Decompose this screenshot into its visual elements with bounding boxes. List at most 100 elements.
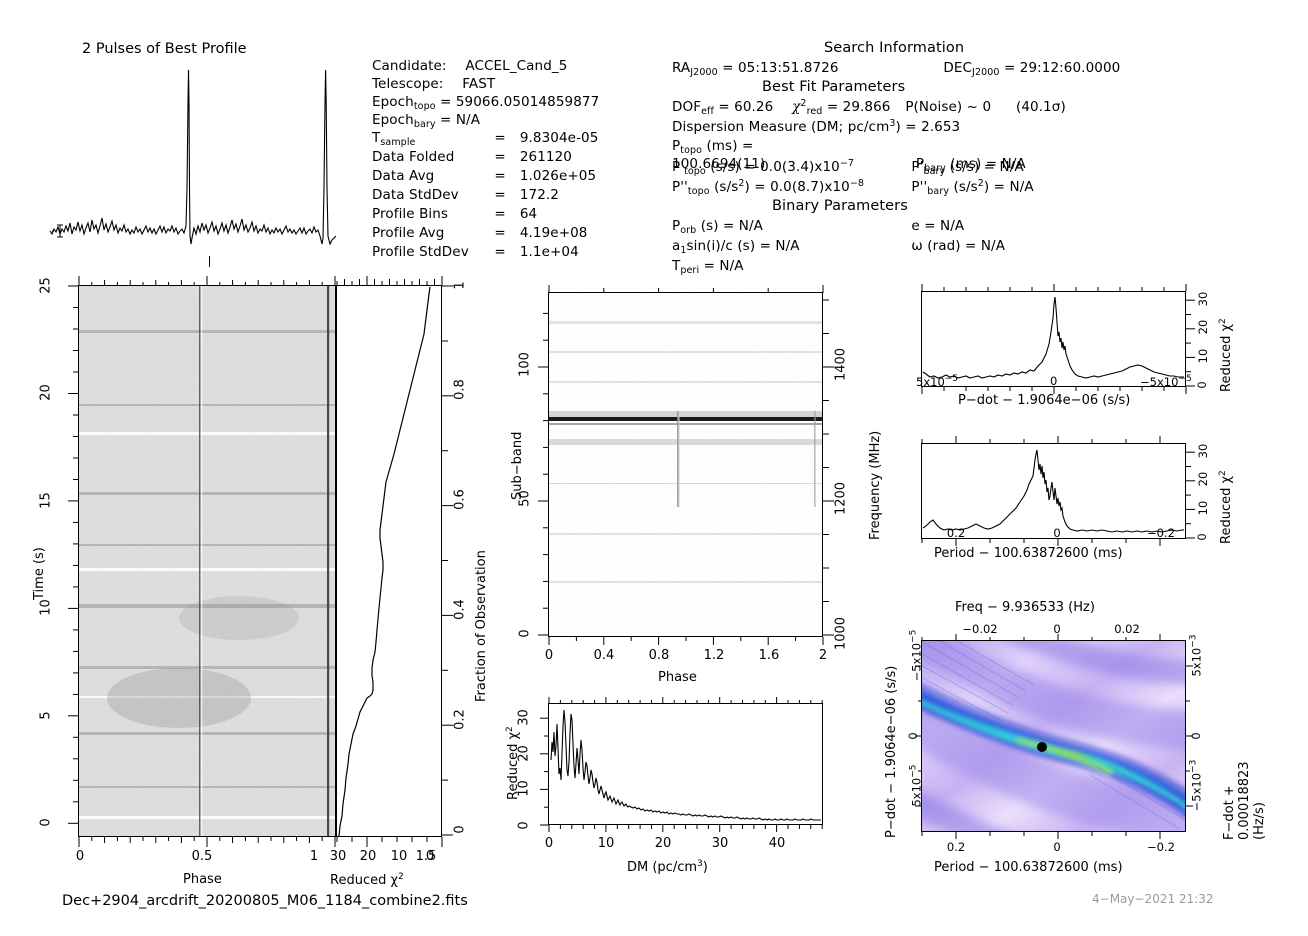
reduced-chi2-exp: 2: [397, 872, 404, 882]
xtick-phase-0: 0: [75, 849, 85, 864]
axis-label-freq-top: Freq − 9.936533 (Hz): [955, 600, 1095, 615]
pddot-topo-label: P'': [672, 179, 688, 195]
ytick-pdotchi-10: 10: [1196, 348, 1210, 364]
pddot-topo-value: 0.0(8.7)x10: [770, 179, 850, 195]
tsample-value: 9.8304e-05: [519, 130, 599, 146]
best-profile-plot: [49, 69, 336, 246]
xtick-period2-0: 0: [1053, 840, 1061, 854]
pdot-bary-sub: bary: [923, 166, 946, 177]
time-phase-panel: [78, 285, 336, 837]
axis-label-fdot: F−dot + 0.00018823 (Hz/s): [1222, 761, 1267, 840]
dec-value: 29:12:60.0000: [1019, 60, 1121, 76]
xtick-pdot-neg-text: −5x10: [1140, 375, 1179, 389]
ytick-fdot-neg5e3: −5x10−3: [1189, 760, 1204, 812]
profile-peak-marker: [209, 256, 210, 267]
data-avg-value: 1.026e+05: [519, 168, 597, 184]
profile-avg-value: 4.19e+08: [519, 225, 588, 241]
profile-bins-label: Profile Bins: [372, 206, 449, 222]
ra-sub: J2000: [690, 67, 718, 78]
ytick-fdot-pos-text: 5x10: [1189, 647, 1204, 677]
candidate-info-block: Candidate: ACCEL_Cand_5 Telescope: FAST …: [372, 58, 600, 260]
ytick-pdot2-neg-text: −5x10: [909, 642, 924, 682]
xtick-pdot-pos-exp: −5: [944, 374, 959, 384]
dm-left-ticks: [540, 717, 549, 826]
cumulative-chi2-top-ticks: [336, 276, 443, 286]
epoch-topo-label: Epoch: [372, 94, 414, 110]
epoch-topo-value: 59066.05014859877: [455, 94, 600, 110]
asini-units: sin(i)/c (s) =: [686, 238, 771, 254]
pdot-chi2-ticks: [921, 284, 1187, 291]
candidate-label: Candidate:: [372, 58, 447, 74]
epoch-bary-sub: bary: [413, 119, 436, 130]
dm-bottom-ticks: [548, 825, 823, 832]
porb-sub: orb: [680, 225, 697, 236]
ytick-pdotchi-0: 0: [1195, 381, 1209, 389]
time-axis-ticks: [68, 285, 79, 824]
pddot-bary-label: P'': [911, 179, 928, 195]
xtick-chi2-0: 0: [425, 849, 435, 864]
phase-axis-ticks: [78, 837, 336, 847]
ytick-frac-0: 0: [452, 825, 468, 834]
dof-label: DOF: [672, 99, 702, 115]
xtick-period-0: 0: [1053, 526, 1061, 540]
xtick-subphase-16: 1.6: [758, 648, 780, 663]
dm-label: Dispersion Measure (DM; pc/cm: [672, 119, 890, 135]
profile-stddev-value: 1.1e+04: [519, 244, 579, 260]
ytick-time-25: 25: [38, 277, 54, 294]
data-folded-value: 261120: [519, 149, 572, 165]
xtick-dm-30: 30: [711, 836, 729, 851]
xtick-period-02: 0.2: [946, 526, 966, 540]
dm-top-ticks: [548, 697, 823, 704]
xtick-phase-05: 0.5: [191, 849, 213, 864]
xtick-dm-40: 40: [768, 836, 786, 851]
ra-value: 05:13:51.8726: [737, 60, 839, 76]
pdot-bary-value: N/A: [999, 159, 1024, 175]
data-stddev-value: 172.2: [519, 187, 559, 203]
pddot-bary-units: (s/s: [953, 179, 978, 195]
chi2-sub: red: [806, 106, 823, 117]
pdot-topo-units: (s/s) =: [710, 159, 756, 175]
source-filename: Dec+2904_arcdrift_20200805_M06_1184_comb…: [62, 893, 468, 909]
xtick-subphase-04: 0.4: [593, 648, 615, 663]
ytick-frac-02: 0.2: [452, 709, 468, 730]
cumulative-chi2-trace: [338, 286, 431, 836]
frequency-right-ticks: [823, 299, 834, 636]
axis-label-reduced-chi2-main: Reduced χ2: [330, 872, 404, 888]
time-phase-frame: [78, 285, 336, 837]
subband-phase-frame: [548, 292, 823, 637]
ytick-pdot2-neg-exp: −5: [908, 629, 919, 643]
ytick-pdot2-0: 0: [906, 732, 920, 740]
tperi-units: =: [703, 258, 716, 274]
dm-tail: ) =: [895, 119, 917, 135]
xtick-chi2-10: 10: [390, 849, 408, 864]
ytick-pdot2-pos-text: 5x10: [909, 777, 924, 807]
axis-label-frequency: Frequency (MHz): [868, 430, 883, 540]
ytick-time-15: 15: [38, 492, 54, 509]
ytick-freq-1200: 1200: [833, 481, 849, 516]
ytick-subband-0: 0: [517, 629, 533, 638]
pddot-topo-sub: topo: [687, 186, 710, 197]
xtick-period2-neg02: −0.2: [1147, 840, 1175, 854]
profile-bins-value: 64: [519, 206, 538, 222]
cumulative-chi2-bottom-ticks: [336, 837, 443, 847]
ytick-frac-04: 0.4: [452, 599, 468, 620]
ytick-pdot2-pos-exp: −5: [908, 764, 919, 778]
pdot-period-2d-frame: [921, 640, 1186, 832]
pddot-bary-sub: bary: [927, 186, 950, 197]
ytick-pdot2-neg5e5: −5x10−5: [909, 630, 924, 682]
xtick-dm-20: 20: [654, 836, 672, 851]
ytick-pdot2-pos5e5: 5x10−5: [909, 760, 924, 812]
xtick-pdot-pos: 5x10−5: [916, 374, 958, 389]
xtick-pdot-pos-text: 5x10: [916, 375, 945, 389]
pdot-bary-units: (s/s) =: [949, 159, 996, 175]
ytick-subband-100: 100: [517, 352, 533, 377]
ytick-frac-06: 0.6: [452, 489, 468, 510]
reduced-chi2-pdot-exp: 2: [1218, 318, 1228, 325]
dec-label: DEC: [943, 60, 973, 76]
pddot-topo-units: (s/s: [714, 179, 739, 195]
chi2-value: 29.866: [842, 99, 891, 115]
pddot-bary-units-tail: ) =: [983, 179, 1006, 195]
axis-label-reduced-chi2-pdot: Reduced χ2: [1218, 318, 1234, 392]
ytick-freq-1000: 1000: [833, 616, 849, 651]
xtick-pdot-neg: −5x10−5: [1140, 374, 1192, 389]
